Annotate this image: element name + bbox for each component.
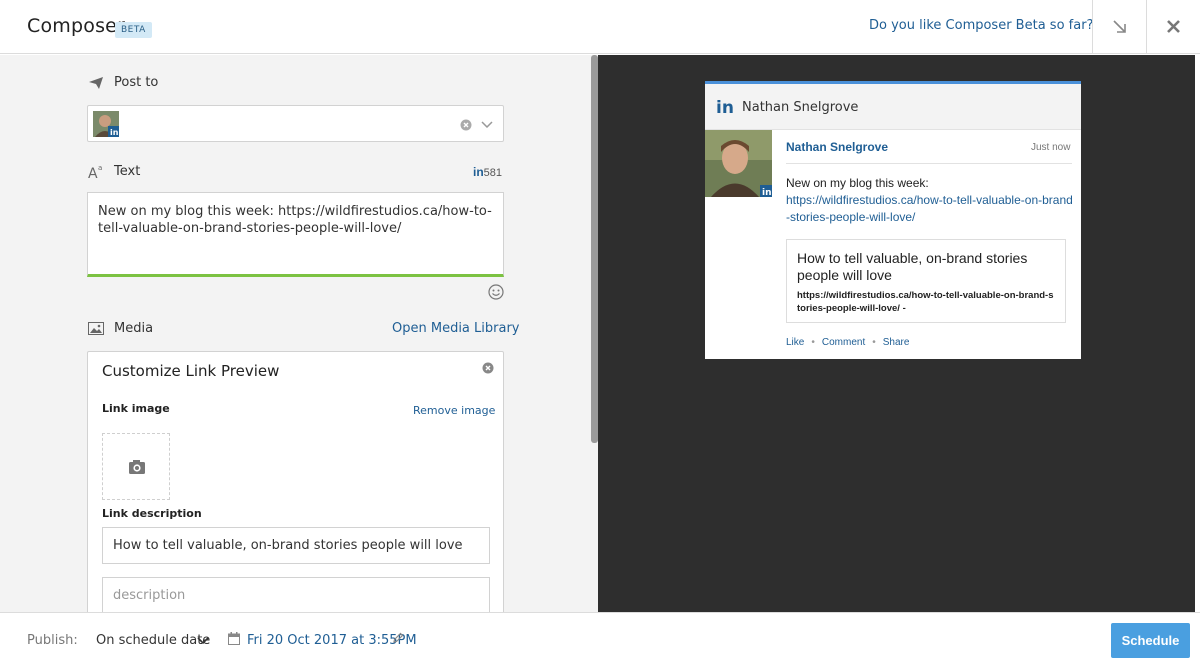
preview-header: in Nathan Snelgrove <box>705 84 1081 130</box>
linkedin-icon: in <box>473 165 484 179</box>
post-timestamp: Just now <box>1031 142 1071 153</box>
chevron-down-icon[interactable] <box>197 636 209 646</box>
schedule-button[interactable]: Schedule <box>1111 623 1190 658</box>
link-preview-title: How to tell valuable, on-brand stories p… <box>797 250 1028 283</box>
composer-footer: Publish: On schedule date Fri 20 Oct 201… <box>0 612 1200 666</box>
post-body: New on my blog this week: https://wildfi… <box>786 175 1076 226</box>
linkedin-char-count: in581 <box>473 165 502 179</box>
media-label: Media <box>114 321 154 336</box>
comment-action[interactable]: Comment <box>822 337 865 348</box>
author-name[interactable]: Nathan Snelgrove <box>786 140 888 154</box>
author-avatar: in <box>705 130 772 197</box>
scrollbar[interactable] <box>591 55 598 443</box>
post-actions: Like • Comment • Share <box>786 337 910 348</box>
share-action[interactable]: Share <box>883 337 910 348</box>
feedback-link[interactable]: Do you like Composer Beta so far? <box>869 18 1093 33</box>
preview-account-name: Nathan Snelgrove <box>742 100 859 115</box>
post-to-selector[interactable]: in <box>87 105 504 142</box>
calendar-icon <box>228 632 240 645</box>
close-icon <box>1167 20 1180 33</box>
post-to-label: Post to <box>114 75 159 90</box>
link-description-label: Link description <box>102 507 202 520</box>
minimize-button[interactable] <box>1093 0 1146 54</box>
composer-form-panel: Post to in A a Text in581 New on my blog… <box>0 55 598 612</box>
composer-header: Composer BETA Do you like Composer Beta … <box>0 0 1200 54</box>
char-count-value: 581 <box>483 167 503 179</box>
open-media-library-link[interactable]: Open Media Library <box>392 321 520 336</box>
link-preview-title: Customize Link Preview <box>102 362 280 380</box>
svg-text:in: in <box>762 188 772 197</box>
post-link[interactable]: https://wildfirestudios.ca/how-to-tell-v… <box>786 192 1076 226</box>
profile-avatar: in <box>93 111 119 137</box>
close-button[interactable] <box>1147 0 1200 54</box>
pencil-icon[interactable] <box>392 632 404 644</box>
text-label: Text <box>114 164 141 179</box>
post-text-input[interactable]: New on my blog this week: https://wildfi… <box>87 192 504 277</box>
linkedin-post-preview: in Nathan Snelgrove in Nathan Snelgrove … <box>705 81 1081 359</box>
send-icon <box>89 77 103 89</box>
clear-selection-icon[interactable] <box>460 119 472 131</box>
publish-label: Publish: <box>27 633 78 648</box>
close-icon[interactable] <box>482 362 494 374</box>
app-title: Composer <box>27 15 126 37</box>
customize-link-preview-card: Customize Link Preview Link image Remove… <box>87 351 504 612</box>
link-image-upload[interactable] <box>102 433 170 500</box>
link-title-input[interactable]: How to tell valuable, on-brand stories p… <box>102 527 490 564</box>
svg-text:in: in <box>110 128 119 137</box>
chevron-down-icon[interactable] <box>480 118 494 130</box>
divider <box>786 163 1072 164</box>
text-size-icon: A a <box>88 164 102 179</box>
linkedin-logo-icon: in <box>716 98 734 118</box>
remove-image-link[interactable]: Remove image <box>413 404 495 417</box>
like-action[interactable]: Like <box>786 337 804 348</box>
emoji-icon[interactable] <box>488 284 504 300</box>
svg-text:A: A <box>88 166 98 179</box>
minimize-arrow-icon <box>1113 20 1126 33</box>
camera-icon <box>129 460 145 474</box>
link-description-input[interactable]: description <box>102 577 490 612</box>
preview-panel: in Nathan Snelgrove in Nathan Snelgrove … <box>598 55 1195 612</box>
link-preview-url: https://wildfirestudios.ca/how-to-tell-v… <box>797 290 1054 314</box>
link-preview-box[interactable]: How to tell valuable, on-brand stories p… <box>786 239 1066 323</box>
image-icon <box>88 322 104 335</box>
post-text: New on my blog this week: <box>786 176 929 190</box>
publish-mode-select[interactable]: On schedule date <box>96 633 210 648</box>
svg-text:a: a <box>98 164 102 172</box>
link-image-label: Link image <box>102 402 170 415</box>
beta-badge: BETA <box>115 22 152 38</box>
